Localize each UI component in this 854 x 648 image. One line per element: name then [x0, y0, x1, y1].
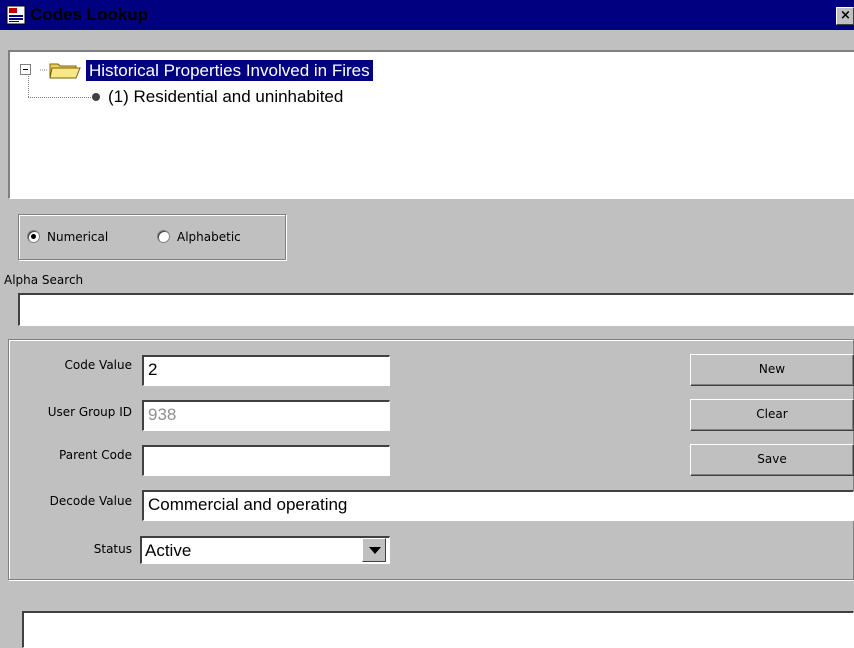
alpha-search-label: Alpha Search	[4, 273, 84, 287]
user-group-id-label: User Group ID	[47, 405, 132, 419]
status-message-field	[22, 611, 854, 648]
tree-leaf-node[interactable]: (1) Residential and uninhabited	[108, 86, 343, 108]
save-button[interactable]: Save	[690, 444, 854, 476]
alphabetic-label: Alphabetic	[177, 230, 241, 244]
parent-code-input[interactable]	[142, 445, 390, 476]
tree-root-node[interactable]: Historical Properties Involved in Fires	[86, 60, 373, 81]
user-group-id-input: 938	[142, 400, 390, 431]
status-dropdown[interactable]: Active	[140, 536, 390, 564]
status-label: Status	[93, 542, 132, 556]
window-title: Codes Lookup	[30, 5, 149, 24]
status-selected-value: Active	[145, 541, 192, 560]
decode-value-input[interactable]: Commercial and operating	[142, 490, 854, 521]
clear-button[interactable]: Clear	[690, 399, 854, 431]
chevron-down-icon[interactable]	[362, 538, 386, 562]
tree-connector	[28, 76, 92, 98]
app-icon	[6, 5, 26, 25]
close-icon: ×	[840, 8, 851, 23]
code-value-input[interactable]: 2	[142, 355, 390, 386]
alphabetic-radio[interactable]	[157, 230, 170, 243]
close-button[interactable]: ×	[836, 7, 854, 25]
alpha-search-input[interactable]	[18, 293, 854, 326]
tree-collapse-icon[interactable]	[20, 64, 31, 75]
decode-value-label: Decode Value	[49, 494, 132, 508]
new-button[interactable]: New	[690, 354, 854, 386]
numerical-radio[interactable]	[27, 230, 40, 243]
code-value-label: Code Value	[64, 358, 133, 372]
numerical-label: Numerical	[47, 230, 109, 244]
tree-leaf-icon	[92, 93, 100, 101]
parent-code-label: Parent Code	[59, 448, 132, 462]
